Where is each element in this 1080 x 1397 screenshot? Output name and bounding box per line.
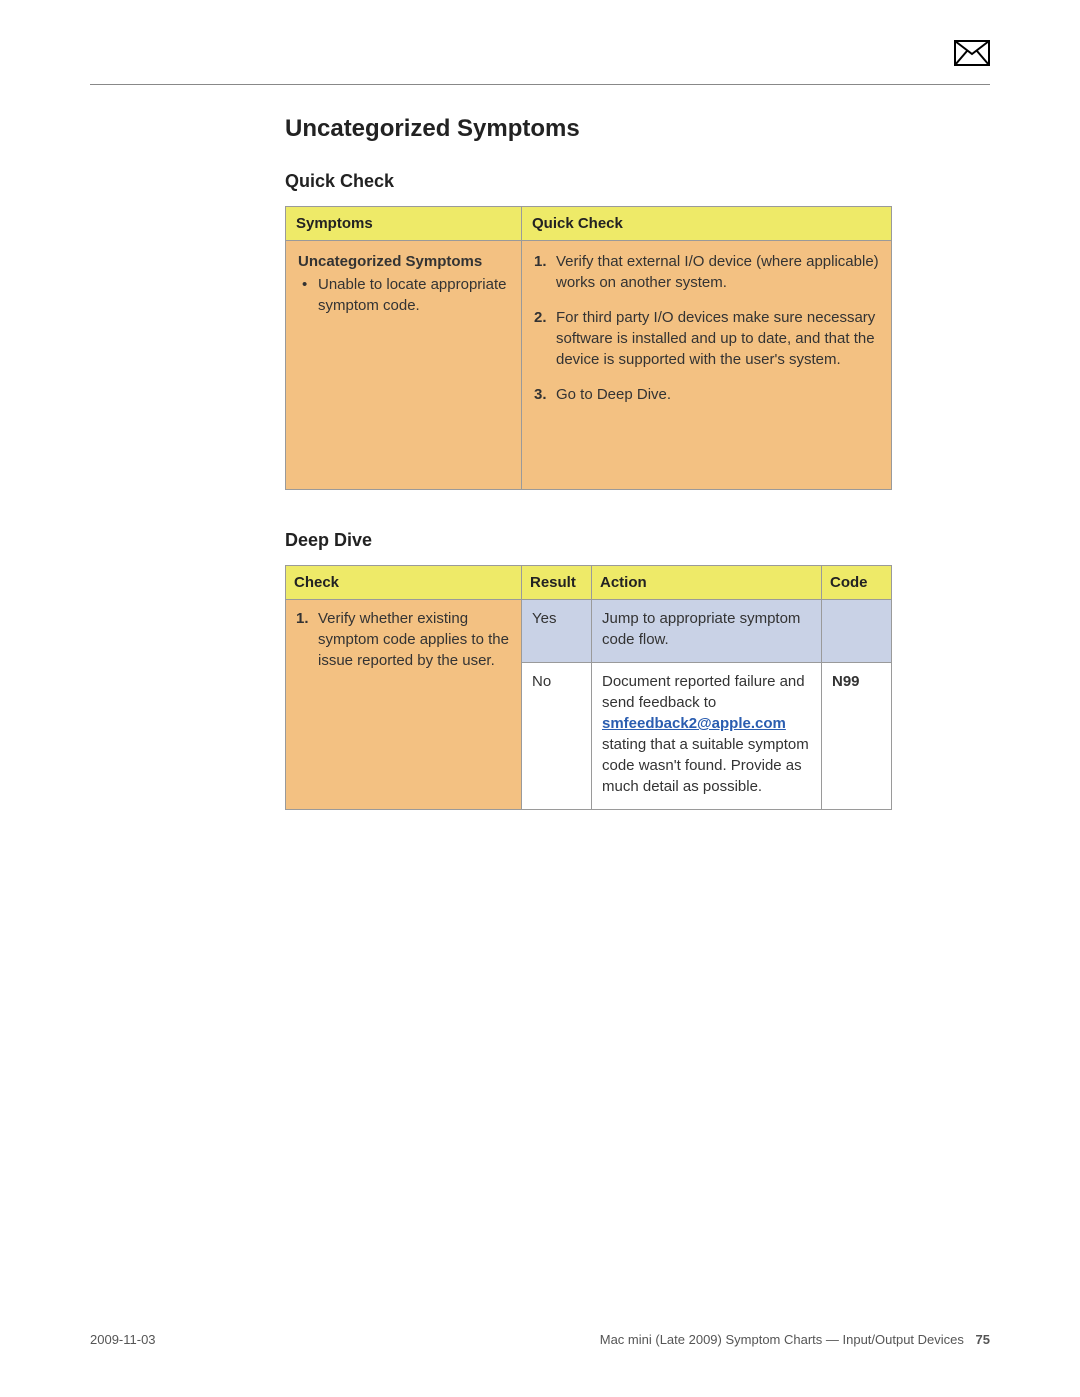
dd-result-yes: Yes [522,600,592,663]
dd-header-result: Result [522,566,592,600]
dd-header-check: Check [286,566,522,600]
dd-code-no: N99 [822,663,892,810]
qc-header-quickcheck: Quick Check [522,207,892,241]
footer-page-number: 75 [976,1332,990,1347]
qc-symptoms-title: Uncategorized Symptoms [298,251,509,272]
page-footer: 2009-11-03 Mac mini (Late 2009) Symptom … [90,1332,990,1347]
dd-header-action: Action [592,566,822,600]
deep-dive-heading: Deep Dive [285,530,990,551]
quick-check-heading: Quick Check [285,171,990,192]
qc-step-2: 2.For third party I/O devices make sure … [534,307,879,370]
footer-date: 2009-11-03 [90,1332,156,1347]
mail-icon[interactable] [954,40,990,66]
qc-symptoms-cell: Uncategorized Symptoms Unable to locate … [286,241,522,490]
qc-step-3: 3.Go to Deep Dive. [534,384,879,405]
dd-check-text: Verify whether existing symptom code app… [318,610,509,669]
dd-action-yes: Jump to appropriate symptom code flow. [592,600,822,663]
header-rule [90,84,990,85]
dd-header-code: Code [822,566,892,600]
footer-doc-title: Mac mini (Late 2009) Symptom Charts — In… [600,1332,964,1347]
qc-steps-cell: 1.Verify that external I/O device (where… [522,241,892,490]
qc-step-1: 1.Verify that external I/O device (where… [534,251,879,293]
dd-check-cell: 1. Verify whether existing symptom code … [286,600,522,810]
qc-header-symptoms: Symptoms [286,207,522,241]
dd-code-yes [822,600,892,663]
qc-symptom-bullet: Unable to locate appropriate symptom cod… [300,274,509,316]
page-heading: Uncategorized Symptoms [285,115,990,143]
deep-dive-table: Check Result Action Code 1. Verify wheth… [285,565,892,810]
dd-action-no: Document reported failure and send feedb… [592,663,822,810]
dd-result-no: No [522,663,592,810]
feedback-email-link[interactable]: smfeedback2@apple.com [602,715,786,732]
quick-check-table: Symptoms Quick Check Uncategorized Sympt… [285,206,892,490]
